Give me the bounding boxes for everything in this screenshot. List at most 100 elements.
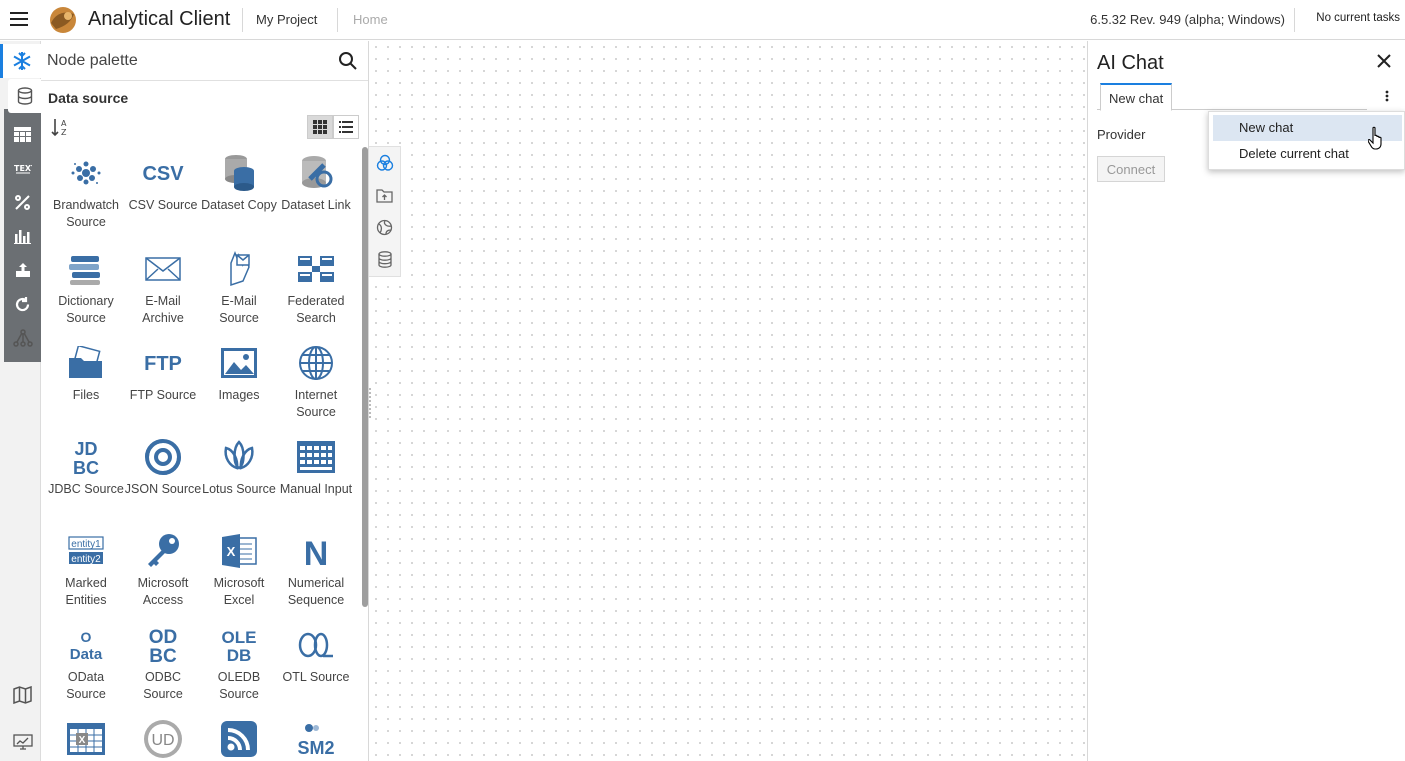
- close-icon[interactable]: [1376, 53, 1392, 69]
- access-key-icon: [148, 534, 179, 567]
- breadcrumb-project[interactable]: My Project: [256, 12, 317, 27]
- node-ftp-source[interactable]: FTP FTP Source: [124, 343, 202, 404]
- header-separator: [242, 8, 243, 32]
- refresh-cycle-icon: [15, 296, 30, 311]
- mini-toolbar: [369, 146, 401, 277]
- svg-text:BC: BC: [73, 458, 99, 477]
- sort-az-icon[interactable]: A Z: [51, 117, 71, 137]
- node-marked-entities[interactable]: entity1 entity2 Marked Entities: [47, 531, 125, 609]
- venn-circles-icon: [376, 154, 393, 171]
- palette-search-bar: [41, 41, 368, 81]
- chat-tab-bar: New chat: [1097, 83, 1367, 111]
- rail-nodes-button[interactable]: [0, 44, 41, 78]
- oledb-icon: OLEDB: [222, 628, 257, 664]
- mini-toolbar-venn[interactable]: [369, 147, 400, 179]
- rail-transform-button[interactable]: [4, 185, 41, 219]
- connect-button[interactable]: Connect: [1097, 156, 1165, 182]
- node-microsoft-access[interactable]: Microsoft Access: [124, 531, 202, 609]
- node-federated-search[interactable]: Federated Search: [277, 249, 355, 327]
- dictionary-icon: [69, 256, 100, 285]
- chat-title: AI Chat: [1097, 52, 1164, 74]
- internet-icon: [299, 346, 333, 380]
- files-icon: [69, 346, 102, 378]
- palette-scrollbar[interactable]: [362, 147, 368, 607]
- svg-text:OD: OD: [149, 627, 178, 648]
- rail-text-button[interactable]: TEXT: [4, 151, 41, 185]
- rail-refresh-button[interactable]: [4, 287, 41, 321]
- node-microsoft-excel[interactable]: X Microsoft Excel: [200, 531, 278, 609]
- node-jdbc-source[interactable]: JD BC JDBC Source: [47, 437, 125, 498]
- ud-icon: UD: [144, 720, 182, 758]
- mini-toolbar-upload[interactable]: [369, 179, 400, 211]
- node-sm2-source[interactable]: SM2: [277, 719, 355, 761]
- node-email-source[interactable]: E-Mail Source: [200, 249, 278, 327]
- left-rail: TEXT: [0, 41, 41, 761]
- palette-search-input[interactable]: [47, 49, 327, 73]
- svg-text:DB: DB: [227, 646, 252, 664]
- node-odbc-source[interactable]: OD BC ODBC Source: [124, 625, 202, 703]
- node-csv-source[interactable]: CSV CSV Source: [124, 153, 202, 214]
- provider-label: Provider: [1097, 127, 1146, 142]
- rail-dashboard-button[interactable]: [4, 725, 41, 759]
- node-otl-source[interactable]: OTL Source: [277, 625, 355, 686]
- header-bar: Analytical Client My Project Home 6.5.32…: [0, 0, 1405, 40]
- node-internet-source[interactable]: Internet Source: [277, 343, 355, 421]
- rail-table-button[interactable]: [4, 117, 41, 151]
- node-manual-input[interactable]: Manual Input: [277, 437, 355, 498]
- node-odata-source[interactable]: O Data OData Source: [47, 625, 125, 703]
- node-email-archive[interactable]: E-Mail Archive: [124, 249, 202, 327]
- folder-upload-icon: [376, 188, 393, 203]
- search-icon[interactable]: [338, 51, 358, 71]
- rail-map-button[interactable]: [4, 678, 41, 712]
- workflow-canvas[interactable]: [370, 41, 1087, 761]
- rail-data-source-button[interactable]: [8, 79, 41, 113]
- node-brandwatch-source[interactable]: Brandwatch Source: [47, 153, 125, 231]
- json-icon: [145, 439, 181, 475]
- node-ud-source[interactable]: UD: [124, 719, 202, 761]
- federated-search-icon: [298, 256, 334, 282]
- node-oledb-source[interactable]: OLE DB OLEDB Source: [200, 625, 278, 703]
- database-stack-icon: [377, 250, 392, 268]
- list-icon: [339, 121, 353, 133]
- svg-text:JD: JD: [74, 439, 97, 459]
- node-files[interactable]: Files: [47, 343, 125, 404]
- grid-view-toggle[interactable]: [307, 115, 333, 139]
- monitor-chart-icon: [12, 734, 33, 750]
- text-icon: TEXT: [14, 164, 32, 174]
- mini-toolbar-globe[interactable]: [369, 211, 400, 243]
- hierarchy-icon: [12, 329, 33, 347]
- node-spreadsheet-source[interactable]: X: [47, 719, 125, 761]
- table-icon: [14, 126, 31, 142]
- svg-text:CSV: CSV: [142, 163, 184, 185]
- node-dictionary-source[interactable]: Dictionary Source: [47, 249, 125, 327]
- panel-resize-grip[interactable]: [369, 388, 373, 418]
- node-dataset-copy[interactable]: Dataset Copy: [200, 153, 278, 214]
- node-lotus-source[interactable]: Lotus Source: [200, 437, 278, 498]
- odbc-icon: ODBC: [149, 627, 178, 665]
- svg-text:X: X: [79, 735, 86, 746]
- node-json-source[interactable]: JSON Source: [124, 437, 202, 498]
- grid-icon: [313, 120, 327, 134]
- app-title: Analytical Client: [88, 8, 231, 30]
- otl-icon: [298, 632, 333, 658]
- node-rss-source[interactable]: [200, 719, 278, 761]
- tab-new-chat[interactable]: New chat: [1100, 83, 1173, 111]
- sm2-icon: SM2: [297, 724, 335, 758]
- node-images[interactable]: Images: [200, 343, 278, 404]
- rail-hierarchy-button[interactable]: [4, 321, 41, 355]
- app-logo-icon: [50, 7, 76, 33]
- tasks-status[interactable]: No current tasks: [1316, 12, 1400, 24]
- breadcrumb-home[interactable]: Home: [353, 12, 388, 27]
- node-dataset-link[interactable]: Dataset Link: [277, 153, 355, 214]
- rail-export-button[interactable]: [4, 253, 41, 287]
- dataset-link-icon: [302, 156, 333, 188]
- hamburger-menu-icon[interactable]: [10, 12, 28, 28]
- mini-toolbar-database[interactable]: [369, 243, 400, 275]
- section-title: Data source: [48, 90, 129, 106]
- snowflake-icon: [13, 52, 31, 70]
- svg-text:entity2: entity2: [71, 554, 101, 565]
- rail-chart-button[interactable]: [4, 219, 41, 253]
- node-numerical-sequence[interactable]: N Numerical Sequence: [277, 531, 355, 609]
- list-view-toggle[interactable]: [333, 115, 359, 139]
- kebab-menu-icon[interactable]: [1384, 89, 1390, 103]
